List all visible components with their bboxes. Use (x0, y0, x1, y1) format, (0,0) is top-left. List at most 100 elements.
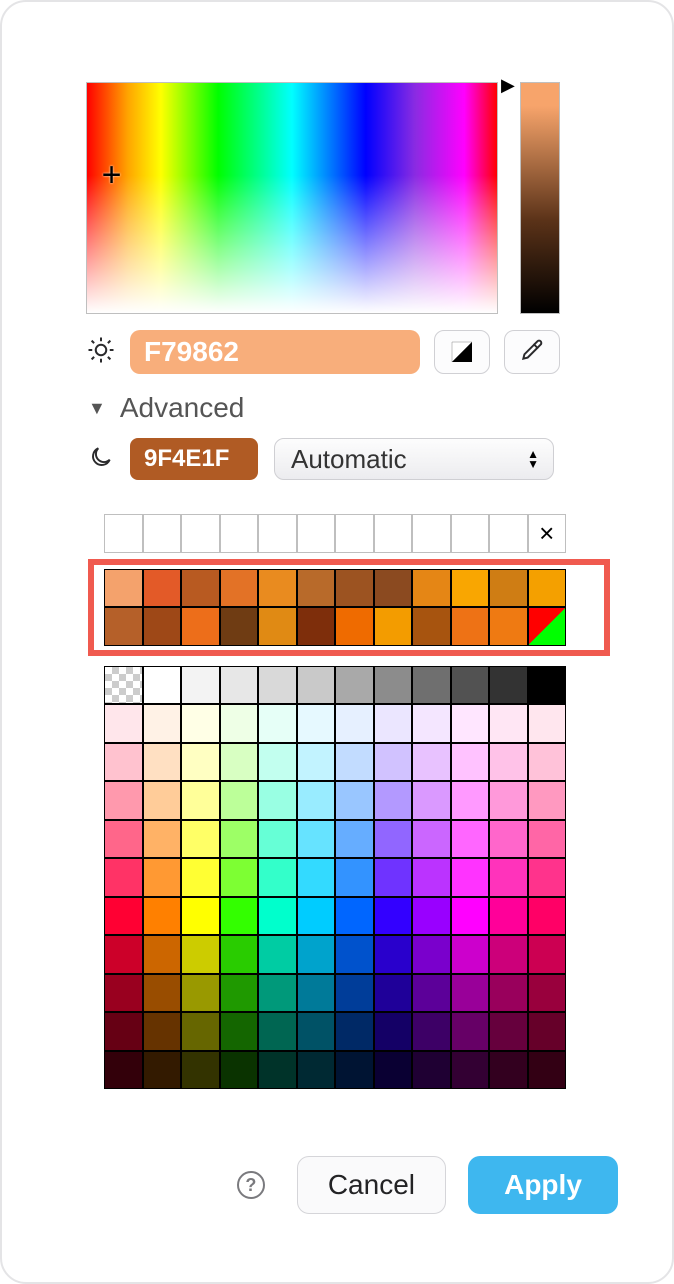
grid-swatch[interactable] (181, 974, 220, 1013)
grid-swatch[interactable] (412, 935, 451, 974)
grid-swatch[interactable] (489, 743, 528, 782)
help-button[interactable]: ? (237, 1171, 265, 1199)
grid-swatch[interactable] (297, 858, 336, 897)
grid-swatch[interactable] (104, 820, 143, 859)
recent-swatch[interactable] (104, 607, 143, 646)
grid-swatch[interactable] (451, 858, 490, 897)
grid-swatch[interactable] (451, 781, 490, 820)
grid-swatch[interactable] (528, 704, 567, 743)
grid-swatch[interactable] (297, 974, 336, 1013)
grid-swatch[interactable] (412, 858, 451, 897)
grid-swatch[interactable] (297, 666, 336, 705)
recent-swatch[interactable] (220, 607, 259, 646)
empty-swatch[interactable] (374, 514, 413, 553)
grid-swatch[interactable] (143, 974, 182, 1013)
grid-swatch[interactable] (335, 858, 374, 897)
grid-swatch[interactable] (489, 1051, 528, 1090)
grid-swatch[interactable] (181, 1051, 220, 1090)
grid-swatch[interactable] (489, 666, 528, 705)
grid-swatch[interactable] (374, 974, 413, 1013)
grid-swatch[interactable] (489, 781, 528, 820)
grid-swatch[interactable] (528, 781, 567, 820)
grid-swatch[interactable] (335, 666, 374, 705)
hex-input-light[interactable]: F79862 (130, 330, 420, 374)
grid-swatch[interactable] (335, 820, 374, 859)
grid-swatch[interactable] (181, 1012, 220, 1051)
empty-swatch[interactable] (220, 514, 259, 553)
grid-swatch[interactable] (143, 1051, 182, 1090)
grid-swatch[interactable] (528, 858, 567, 897)
grid-swatch[interactable] (335, 704, 374, 743)
recent-swatch[interactable] (181, 569, 220, 608)
recent-swatch[interactable] (258, 607, 297, 646)
grid-swatch[interactable] (143, 820, 182, 859)
grid-swatch[interactable] (220, 1051, 259, 1090)
grid-swatch[interactable] (451, 666, 490, 705)
grid-swatch[interactable] (297, 820, 336, 859)
recent-swatch[interactable] (335, 569, 374, 608)
grid-swatch[interactable] (528, 1051, 567, 1090)
cancel-button[interactable]: Cancel (297, 1156, 446, 1214)
grid-swatch[interactable] (258, 897, 297, 936)
grid-swatch[interactable] (258, 820, 297, 859)
recent-swatch[interactable] (297, 607, 336, 646)
grid-swatch[interactable] (143, 666, 182, 705)
grid-swatch[interactable] (143, 743, 182, 782)
grid-swatch[interactable] (451, 1012, 490, 1051)
grid-swatch[interactable] (412, 974, 451, 1013)
grid-swatch[interactable] (528, 743, 567, 782)
grid-swatch[interactable] (181, 666, 220, 705)
eyedropper-button[interactable] (504, 330, 560, 374)
grid-swatch[interactable] (220, 1012, 259, 1051)
recent-swatch[interactable] (297, 569, 336, 608)
grid-swatch[interactable] (143, 704, 182, 743)
grid-swatch[interactable] (528, 1012, 567, 1051)
grid-swatch[interactable] (335, 781, 374, 820)
grid-swatch[interactable] (528, 974, 567, 1013)
grid-swatch[interactable] (374, 820, 413, 859)
grid-swatch[interactable] (451, 974, 490, 1013)
grid-swatch[interactable] (143, 935, 182, 974)
grid-swatch[interactable] (297, 897, 336, 936)
grid-swatch[interactable] (258, 781, 297, 820)
grid-swatch[interactable] (220, 897, 259, 936)
grid-swatch[interactable] (489, 897, 528, 936)
grid-swatch[interactable] (297, 935, 336, 974)
grid-swatch[interactable] (489, 935, 528, 974)
recent-swatch[interactable] (412, 569, 451, 608)
clear-swatch-button[interactable]: × (528, 514, 567, 553)
grid-swatch[interactable] (104, 781, 143, 820)
grid-swatch[interactable] (412, 1012, 451, 1051)
empty-swatch[interactable] (335, 514, 374, 553)
recent-swatch[interactable] (412, 607, 451, 646)
recent-swatch[interactable] (143, 607, 182, 646)
grid-swatch[interactable] (528, 897, 567, 936)
grid-swatch[interactable] (220, 704, 259, 743)
grid-swatch[interactable] (104, 743, 143, 782)
grid-swatch[interactable] (104, 666, 143, 705)
recent-swatch[interactable] (489, 607, 528, 646)
grid-swatch[interactable] (412, 704, 451, 743)
grid-swatch[interactable] (297, 1012, 336, 1051)
grid-swatch[interactable] (412, 666, 451, 705)
grid-swatch[interactable] (374, 897, 413, 936)
grid-swatch[interactable] (335, 935, 374, 974)
recent-swatch[interactable] (181, 607, 220, 646)
grid-swatch[interactable] (297, 743, 336, 782)
grid-swatch[interactable] (104, 1012, 143, 1051)
recent-swatch[interactable] (451, 607, 490, 646)
empty-swatch[interactable] (489, 514, 528, 553)
grid-swatch[interactable] (258, 743, 297, 782)
grid-swatch[interactable] (412, 820, 451, 859)
grid-swatch[interactable] (335, 1012, 374, 1051)
grid-swatch[interactable] (143, 858, 182, 897)
grid-swatch[interactable] (374, 704, 413, 743)
grid-swatch[interactable] (220, 935, 259, 974)
grid-swatch[interactable] (335, 897, 374, 936)
grid-swatch[interactable] (489, 820, 528, 859)
grid-swatch[interactable] (297, 704, 336, 743)
grid-swatch[interactable] (412, 743, 451, 782)
grid-swatch[interactable] (528, 820, 567, 859)
grid-swatch[interactable] (451, 1051, 490, 1090)
apply-button[interactable]: Apply (468, 1156, 618, 1214)
